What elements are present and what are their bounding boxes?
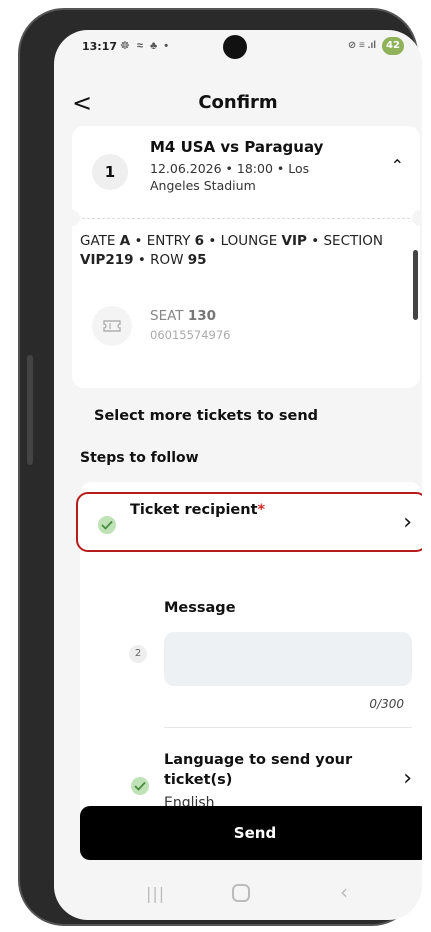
steps-card: Ticket recipient* › Message 2 0/300 Lang…	[76, 482, 422, 842]
side-button	[27, 355, 33, 465]
language-label-line2: ticket(s)	[164, 772, 233, 788]
gate-value: A	[119, 233, 131, 249]
status-bar: 13:17 ☸ ≈ ♣ • ⊘ ≡ .ıl 42	[54, 30, 422, 66]
entry-value: 6	[194, 233, 205, 249]
ticket-number-badge: 1	[92, 154, 128, 190]
row-label: • ROW	[133, 252, 188, 268]
message-char-count: 0/300	[369, 697, 404, 711]
ticket-card: 1 M4 USA vs Paraguay 12.06.2026 • 18:00 …	[64, 126, 422, 388]
steps-title: Steps to follow	[80, 450, 199, 466]
seat-prefix: SEAT	[150, 308, 188, 324]
seat-location: GATE A • ENTRY 6 • LOUNGE VIP • SECTION …	[80, 232, 400, 270]
section-value: VIP219	[80, 252, 134, 268]
header: < Confirm	[54, 86, 422, 122]
seat-label: SEAT 130	[150, 308, 216, 324]
nav-back-icon[interactable]: ‹	[340, 880, 348, 904]
phone-frame: 13:17 ☸ ≈ ♣ • ⊘ ≡ .ıl 42 < Confirm 1 M4 …	[18, 8, 422, 926]
select-more-tickets-link[interactable]: Select more tickets to send	[94, 408, 318, 424]
ticket-notch-left	[64, 210, 80, 226]
battery-icon: 42	[382, 37, 404, 55]
match-name: M4 USA vs Paraguay	[150, 138, 324, 156]
screen: 13:17 ☸ ≈ ♣ • ⊘ ≡ .ıl 42 < Confirm 1 M4 …	[54, 30, 422, 920]
entry-label: • ENTRY	[130, 233, 195, 249]
notification-icons: ☸ ≈ ♣ •	[120, 40, 171, 52]
step-ticket-recipient[interactable]: Ticket recipient* ›	[76, 492, 422, 552]
chevron-right-icon[interactable]: ›	[403, 766, 412, 791]
gate-label: GATE	[80, 233, 120, 249]
check-icon	[131, 777, 149, 795]
page-title: Confirm	[198, 92, 278, 113]
ticket-recipient-label: Ticket recipient*	[130, 502, 265, 518]
message-label: Message	[164, 600, 236, 616]
match-meta: 12.06.2026 • 18:00 • Los Angeles Stadium	[150, 161, 310, 193]
ticket-notch-right	[412, 210, 422, 226]
seat-value: 130	[187, 308, 217, 324]
lounge-value: VIP	[281, 233, 307, 249]
seat-ticket-icon	[92, 306, 132, 346]
home-icon[interactable]	[232, 884, 250, 902]
required-marker: *	[257, 502, 266, 518]
send-button[interactable]: Send	[80, 806, 422, 860]
recents-icon[interactable]: |||	[146, 884, 165, 903]
row-value: 95	[187, 252, 207, 268]
message-input[interactable]	[164, 632, 412, 686]
step-number-badge: 2	[129, 645, 147, 663]
check-icon	[98, 516, 116, 534]
signal-icons: ⊘ ≡ .ıl	[347, 40, 376, 51]
system-nav-bar: ||| ‹	[54, 870, 422, 920]
section-label: • SECTION	[306, 233, 383, 249]
lounge-label: • LOUNGE	[204, 233, 282, 249]
chevron-up-icon[interactable]: ⌃	[391, 156, 404, 175]
camera-cutout	[223, 35, 247, 59]
side-button	[413, 250, 418, 320]
status-time: 13:17	[82, 40, 118, 53]
ticket-perforation	[82, 218, 410, 219]
divider	[164, 727, 412, 728]
language-label-line1: Language to send your	[164, 752, 353, 768]
language-step-label[interactable]: Language to send your ticket(s)	[164, 750, 352, 790]
ticket-recipient-text: Ticket recipient	[130, 502, 258, 518]
chevron-right-icon: ›	[403, 510, 412, 535]
ticket-code: 06015574976	[150, 328, 231, 342]
